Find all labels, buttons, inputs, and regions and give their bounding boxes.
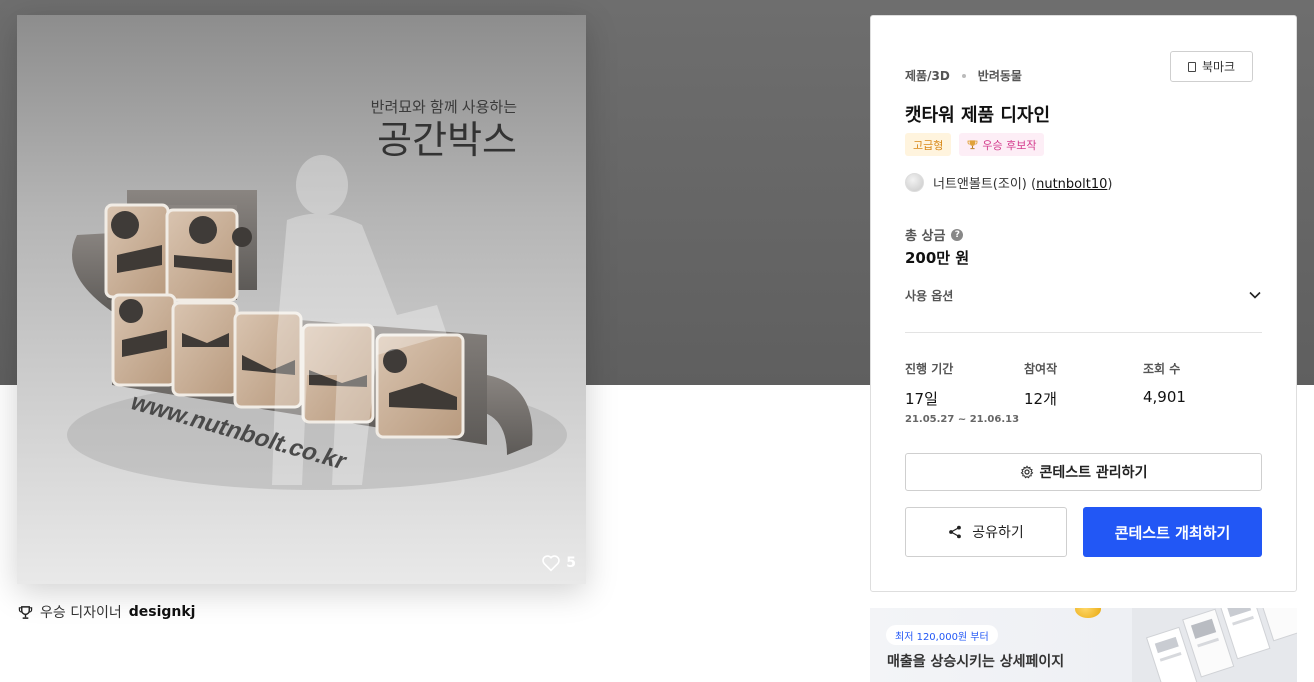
bookmark-icon bbox=[1187, 61, 1196, 72]
manage-contest-button[interactable]: 콘테스트 관리하기 bbox=[905, 453, 1262, 491]
period-label: 진행 기간 bbox=[905, 362, 954, 376]
category-main[interactable]: 제품/3D bbox=[905, 67, 950, 84]
winner-name[interactable]: designkj bbox=[129, 604, 196, 620]
manage-contest-label: 콘테스트 관리하기 bbox=[1039, 465, 1148, 481]
stat-period: 진행 기간 17일 21.05.27 ~ 21.06.13 bbox=[905, 360, 1019, 425]
breadcrumb: 제품/3D 반려동물 bbox=[905, 67, 1022, 84]
share-icon bbox=[949, 525, 962, 539]
owner-name: 너트앤볼트(조이) bbox=[933, 177, 1027, 192]
premium-badge: 고급형 bbox=[905, 133, 952, 156]
usage-option-toggle[interactable]: 사용 옵션 bbox=[905, 284, 1262, 306]
contest-owner: 너트앤볼트(조이) (nutnbolt10) bbox=[905, 173, 1112, 192]
bookmark-button[interactable]: 북마크 bbox=[1170, 51, 1253, 82]
bookmark-label: 북마크 bbox=[1201, 60, 1236, 74]
contest-info-panel: 제품/3D 반려동물 북마크 캣타워 제품 디자인 고급형 우승 후보작 너트앤… bbox=[870, 15, 1297, 592]
poster-subtitle: 반려묘와 함께 사용하는 bbox=[371, 99, 518, 116]
winner-candidate-badge: 우승 후보작 bbox=[959, 133, 1045, 156]
artwork-image[interactable]: 반려묘와 함께 사용하는 공간박스 www.nutnbolt.co.kr 5 bbox=[17, 15, 586, 584]
like-counter[interactable]: 5 bbox=[541, 554, 576, 572]
divider bbox=[905, 332, 1262, 333]
chevron-down-icon bbox=[1249, 291, 1261, 299]
share-button[interactable]: 공유하기 bbox=[905, 507, 1067, 557]
ad-banner[interactable]: 최저 120,000원 부터 매출을 상승시키는 상세페이지 bbox=[870, 608, 1297, 682]
poster-title: 공간박스 bbox=[377, 120, 517, 162]
host-contest-button[interactable]: 콘테스트 개최하기 bbox=[1083, 507, 1262, 557]
winner-candidate-label: 우승 후보작 bbox=[982, 138, 1037, 152]
stat-entries: 참여작 12개 bbox=[1024, 360, 1057, 409]
contest-title: 캣타워 제품 디자인 bbox=[905, 105, 1051, 126]
ad-headline: 매출을 상승시키는 상세페이지 bbox=[887, 654, 1065, 670]
share-label: 공유하기 bbox=[972, 525, 1024, 541]
badge-list: 고급형 우승 후보작 bbox=[905, 133, 1045, 156]
gear-icon bbox=[1020, 465, 1033, 479]
prize-value: 200만 원 bbox=[905, 249, 970, 267]
help-icon[interactable]: ? bbox=[951, 228, 964, 241]
views-value: 4,901 bbox=[1143, 388, 1186, 406]
owner-id-link[interactable]: nutnbolt10 bbox=[1036, 177, 1107, 192]
stat-views: 조회 수 4,901 bbox=[1143, 360, 1186, 406]
breadcrumb-separator bbox=[961, 73, 966, 78]
winner-label: 우승 디자이너 bbox=[40, 605, 122, 621]
views-label: 조회 수 bbox=[1143, 362, 1181, 376]
usage-option-label: 사용 옵션 bbox=[905, 288, 954, 303]
prize-label-text: 총 상금 bbox=[905, 229, 946, 244]
winner-designer: 우승 디자이너 designkj bbox=[18, 602, 195, 622]
like-count: 5 bbox=[566, 555, 576, 571]
entries-label: 참여작 bbox=[1024, 362, 1058, 376]
period-value: 17일 bbox=[905, 390, 938, 408]
ad-price-pill: 최저 120,000원 부터 bbox=[886, 625, 998, 645]
avatar[interactable] bbox=[905, 173, 924, 192]
coin-decoration bbox=[1075, 608, 1101, 618]
heart-icon bbox=[542, 555, 561, 572]
entries-value: 12개 bbox=[1024, 390, 1057, 408]
trophy-icon bbox=[18, 605, 33, 619]
period-range: 21.05.27 ~ 21.06.13 bbox=[905, 414, 1020, 425]
trophy-icon bbox=[967, 140, 978, 150]
category-sub[interactable]: 반려동물 bbox=[978, 67, 1022, 84]
ad-page-mockup bbox=[1132, 608, 1297, 682]
prize-label: 총 상금 ? bbox=[905, 225, 964, 244]
cat-tower-render: 반려묘와 함께 사용하는 공간박스 www.nutnbolt.co.kr bbox=[17, 15, 586, 584]
